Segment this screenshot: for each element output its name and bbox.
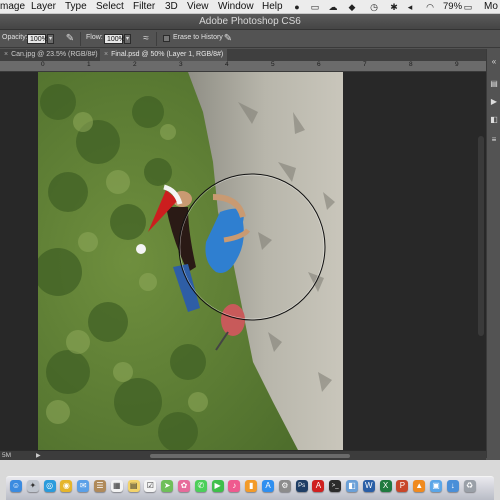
horizontal-ruler: 0 1 2 3 4 5 6 7 8 9 (0, 61, 486, 72)
menu-window[interactable]: Window (218, 0, 254, 13)
opacity-dropdown-icon[interactable]: ▾ (47, 34, 54, 44)
ibooks-icon[interactable]: ▮ (245, 480, 258, 492)
mac-menu-bar: mage Layer Type Select Filter 3D View Wi… (0, 0, 500, 14)
options-divider (156, 32, 157, 46)
window-title: Adobe Photoshop CS6 (0, 14, 500, 30)
screen: mage Layer Type Select Filter 3D View Wi… (0, 0, 500, 500)
ruler-label: 6 (317, 61, 321, 68)
battery-icon[interactable]: ▭ (461, 2, 475, 12)
airplay-icon[interactable]: ▭ (310, 2, 320, 12)
opacity-field[interactable]: 100% (27, 34, 48, 44)
downloads-icon[interactable]: ↓ (446, 480, 459, 492)
document-tabs: × Can.jpg @ 23.5% (RGB/8#) × Final.psd @ 5… (0, 49, 486, 61)
ruler-label: 9 (455, 61, 459, 68)
ruler-label: 3 (179, 61, 183, 68)
maps-icon[interactable]: ➤ (161, 480, 174, 492)
document-canvas[interactable] (38, 72, 343, 450)
notes-icon[interactable]: ▤ (127, 480, 140, 492)
opacity-value: 100% (30, 36, 48, 43)
ruler-label: 0 (41, 61, 45, 68)
erase-to-history-label: Erase to History (173, 34, 223, 41)
itunes-icon[interactable]: ♪ (228, 480, 241, 492)
calendar-icon[interactable]: ▦ (110, 480, 123, 492)
menu-help[interactable]: Help (262, 0, 283, 13)
tab-label: Can.jpg @ 23.5% (RGB/8#) (11, 51, 98, 58)
user-name[interactable]: Mo (484, 0, 498, 13)
horizontal-scrollbar[interactable] (150, 454, 350, 458)
finder-icon[interactable]: ☺ (10, 480, 22, 492)
folder-icon[interactable]: ▣ (430, 480, 442, 492)
time-machine-icon[interactable]: ◷ (369, 2, 379, 12)
close-icon[interactable]: × (104, 51, 108, 58)
collapse-panels-icon[interactable]: « (489, 57, 499, 67)
reminders-icon[interactable]: ☑ (144, 480, 157, 492)
close-icon[interactable]: × (4, 51, 8, 58)
menu-select[interactable]: Select (96, 0, 124, 13)
facetime-icon[interactable]: ▶ (211, 480, 224, 492)
menu-image[interactable]: mage (0, 0, 25, 13)
mail-icon[interactable]: ✉ (77, 480, 90, 492)
tab-can-jpg[interactable]: × Can.jpg @ 23.5% (RGB/8#) (0, 49, 102, 61)
wifi-icon[interactable]: ◠ (425, 2, 435, 12)
adjust-panel-icon[interactable]: ≡ (489, 135, 499, 145)
trash-icon[interactable]: ♻ (463, 480, 476, 492)
tool-options-bar: Opacity: 100% ▾ ✎ Flow: 100% ▾ ≈ Erase t… (0, 30, 500, 48)
climber-photo (38, 72, 343, 450)
airbrush-pressure-icon[interactable]: ✎ (64, 32, 76, 46)
cloud-icon[interactable]: ☁ (328, 2, 338, 12)
launchpad-icon[interactable]: ✦ (26, 480, 39, 492)
battery-percent: 79% (443, 1, 463, 12)
photoshop-icon[interactable]: Ps (295, 480, 308, 492)
dropbox-icon[interactable]: ◆ (347, 2, 357, 12)
acrobat-icon[interactable]: A (312, 480, 325, 492)
canvas-workspace[interactable] (0, 72, 486, 450)
opacity-label: Opacity: (2, 34, 28, 41)
bluetooth-icon[interactable]: ✱ (389, 2, 399, 12)
messages-icon[interactable]: ✆ (194, 480, 207, 492)
excel-icon[interactable]: X (379, 480, 392, 492)
menu-3d[interactable]: 3D (165, 0, 178, 13)
powerpoint-icon[interactable]: P (396, 480, 409, 492)
menu-type[interactable]: Type (65, 0, 87, 13)
ruler-label: 5 (271, 61, 275, 68)
ruler-label: 8 (409, 61, 413, 68)
menu-filter[interactable]: Filter (133, 0, 155, 13)
flow-label: Flow: (86, 34, 103, 41)
tab-final-psd[interactable]: × Final.psd @ 50% (Layer 1, RGB/8#) (100, 49, 228, 61)
tablet-pressure-icon[interactable]: ✎ (222, 32, 234, 46)
flow-value: 100% (107, 36, 125, 43)
right-panel-dock: « ▤ ▶ ◧ ≡ (486, 49, 500, 458)
safari-icon[interactable]: ◎ (43, 480, 56, 492)
actions-panel-icon[interactable]: ▶ (489, 97, 499, 107)
status-bar: 5M ▶ (0, 450, 486, 460)
evernote-icon[interactable]: ● (292, 2, 302, 12)
terminal-icon[interactable]: >_ (329, 480, 342, 492)
options-divider (80, 32, 81, 46)
vlc-icon[interactable]: ▲ (413, 480, 426, 492)
volume-icon[interactable]: ◂ (405, 2, 415, 12)
chrome-icon[interactable]: ◉ (60, 480, 73, 492)
ruler-label: 2 (133, 61, 137, 68)
photos-icon[interactable]: ✿ (178, 480, 190, 492)
airbrush-icon[interactable]: ≈ (140, 32, 152, 46)
properties-panel-icon[interactable]: ◧ (489, 115, 499, 125)
vertical-scrollbar[interactable] (478, 136, 484, 336)
erase-to-history-checkbox[interactable] (163, 35, 170, 42)
tab-label: Final.psd @ 50% (Layer 1, RGB/8#) (111, 51, 224, 58)
preview-icon[interactable]: ◧ (346, 480, 358, 492)
ruler-label: 7 (363, 61, 367, 68)
status-menu-icon[interactable]: ▶ (36, 452, 41, 460)
flow-field[interactable]: 100% (104, 34, 125, 44)
flow-dropdown-icon[interactable]: ▾ (124, 34, 131, 44)
appstore-icon[interactable]: A (262, 480, 274, 492)
menu-layer[interactable]: Layer (31, 0, 56, 13)
ruler-label: 4 (225, 61, 229, 68)
history-panel-icon[interactable]: ▤ (489, 79, 499, 89)
ruler-label: 1 (87, 61, 91, 68)
contacts-icon[interactable]: ☰ (94, 480, 106, 492)
word-icon[interactable]: W (362, 480, 375, 492)
menu-view[interactable]: View (187, 0, 209, 13)
preferences-icon[interactable]: ⚙ (278, 480, 291, 492)
